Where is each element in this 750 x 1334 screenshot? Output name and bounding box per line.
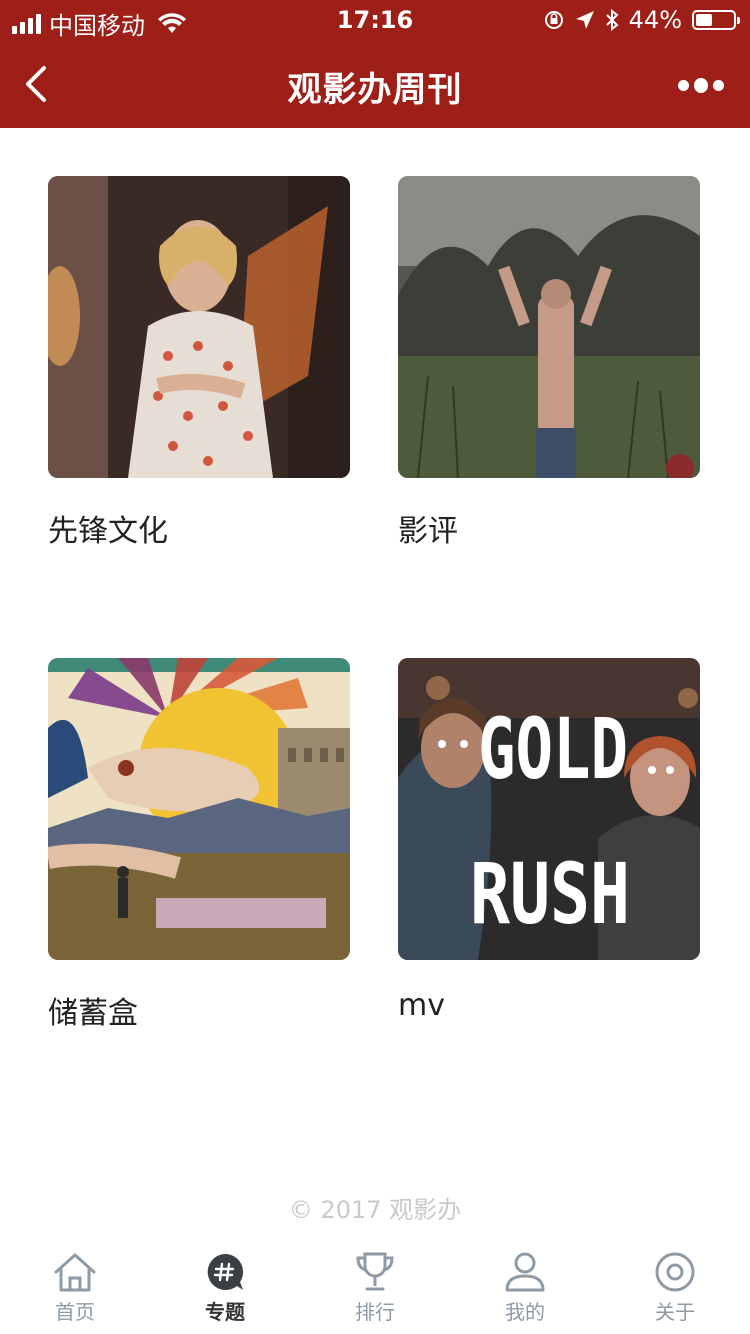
topic-card-savings-box[interactable]: 储蓄盒 xyxy=(48,658,350,1031)
trophy-icon xyxy=(356,1252,394,1291)
woman-in-floral-dress-photo xyxy=(48,176,350,478)
cover-text-rush: RUSH xyxy=(470,845,630,943)
topic-label[interactable]: 储蓄盒 xyxy=(48,988,138,1032)
battery-fill xyxy=(696,14,712,26)
tab-about[interactable]: 关于 xyxy=(600,1238,750,1334)
copyright-text: © 2017 观影办 xyxy=(288,1196,462,1224)
topic-label[interactable]: 影评 xyxy=(398,506,458,550)
hashtag-bubble-icon xyxy=(207,1254,244,1290)
status-bar-right: 44% xyxy=(543,6,740,34)
topic-card-mv[interactable]: GOLD RUSH mv xyxy=(398,658,700,1023)
more-dot xyxy=(713,79,724,91)
cover-text-gold: GOLD xyxy=(478,700,628,798)
status-bar: 中国移动 17:16 44% xyxy=(0,0,750,40)
more-dots-icon xyxy=(678,79,689,91)
tab-ranking[interactable]: 排行 xyxy=(300,1238,450,1334)
topic-thumbnail[interactable] xyxy=(48,658,350,960)
home-icon xyxy=(54,1253,96,1292)
topic-card-vanguard[interactable]: 先锋文化 xyxy=(48,176,350,549)
battery-percent: 44% xyxy=(628,6,682,34)
user-icon xyxy=(505,1252,545,1292)
battery-icon xyxy=(692,10,740,30)
man-arms-raised-in-field-photo xyxy=(398,176,700,478)
tab-label: 首页 xyxy=(55,1300,95,1324)
tab-topics[interactable]: 专题 xyxy=(150,1238,300,1334)
page-title: 观影办周刊 xyxy=(287,70,463,110)
more-dot xyxy=(693,77,709,93)
rotation-lock-icon xyxy=(544,11,563,29)
tab-mine[interactable]: 我的 xyxy=(450,1238,600,1334)
more-button[interactable] xyxy=(678,74,724,96)
tab-label: 关于 xyxy=(655,1300,695,1324)
bluetooth-icon xyxy=(605,9,619,31)
topic-thumbnail[interactable]: GOLD RUSH xyxy=(398,658,700,960)
tab-label: 专题 xyxy=(205,1300,245,1324)
surreal-collage-photo xyxy=(48,658,350,960)
tab-label: 排行 xyxy=(355,1300,395,1324)
tab-label: 我的 xyxy=(505,1300,545,1324)
tab-home[interactable]: 首页 xyxy=(0,1238,150,1334)
topic-card-review[interactable]: 影评 xyxy=(398,176,700,549)
topic-label[interactable]: mv xyxy=(398,988,445,1023)
about-circle-icon xyxy=(655,1252,695,1292)
topic-thumbnail[interactable] xyxy=(398,176,700,478)
topic-thumbnail[interactable] xyxy=(48,176,350,478)
nav-bar: 观影办周刊 xyxy=(0,40,750,128)
gold-rush-mv-cover: GOLD RUSH xyxy=(398,658,700,960)
location-arrow-icon xyxy=(575,11,594,29)
topic-label[interactable]: 先锋文化 xyxy=(48,506,168,550)
tab-bar: 首页 专题 排行 我的 关于 xyxy=(0,1238,750,1334)
